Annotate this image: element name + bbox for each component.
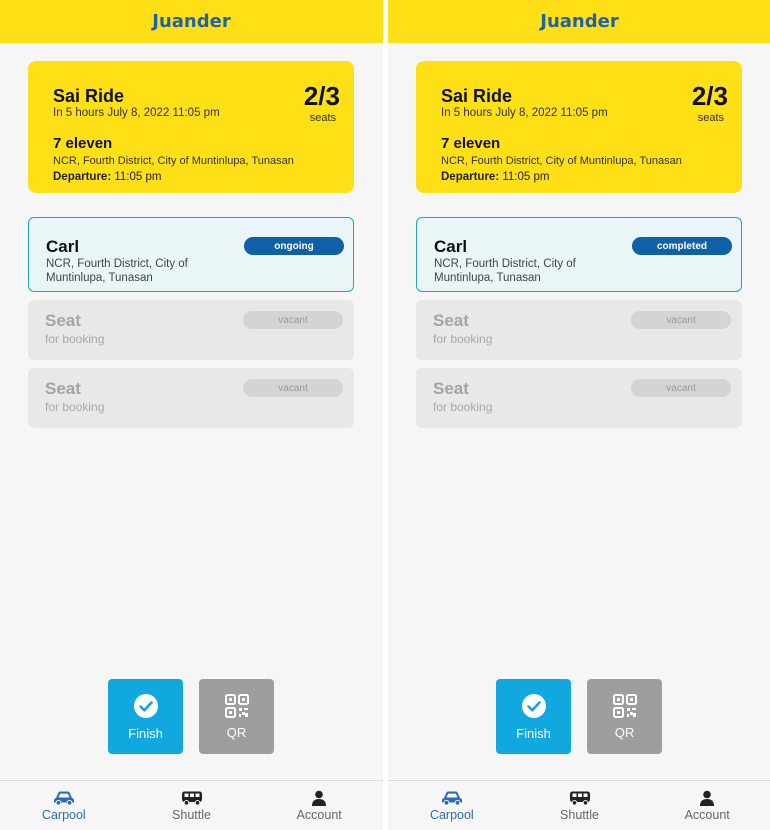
vacant-badge: vacant bbox=[631, 311, 731, 329]
status-badge: completed bbox=[632, 237, 732, 255]
seat-title: Seat bbox=[433, 379, 469, 398]
app-title: Juander bbox=[540, 11, 619, 32]
bus-icon bbox=[181, 791, 202, 806]
seat-title: Seat bbox=[433, 311, 469, 330]
qr-code-icon bbox=[224, 693, 249, 718]
app-header: Juander bbox=[388, 0, 770, 43]
ride-card[interactable]: Sai Ride In 5 hours July 8, 2022 11:05 p… bbox=[28, 61, 354, 193]
stop-address: NCR, Fourth District, City of Muntinlupa… bbox=[441, 155, 682, 167]
seat-unit-label: seats bbox=[697, 112, 724, 124]
finish-button[interactable]: Finish bbox=[496, 679, 571, 754]
ride-title: Sai Ride bbox=[441, 86, 513, 106]
nav-item-carpool[interactable]: Carpool bbox=[388, 781, 516, 830]
nav-item-account[interactable]: Account bbox=[643, 781, 770, 830]
nav-item-carpool[interactable]: Carpool bbox=[0, 781, 128, 830]
vacant-seat-card[interactable]: Seat for booking vacant bbox=[28, 368, 354, 428]
passenger-name: Carl bbox=[46, 237, 80, 256]
finish-label: Finish bbox=[128, 725, 163, 741]
ride-time: In 5 hours July 8, 2022 11:05 pm bbox=[441, 107, 608, 119]
departure-time: 11:05 pm bbox=[502, 171, 550, 183]
seat-subtitle: for booking bbox=[433, 332, 493, 346]
qr-label: QR bbox=[226, 724, 247, 740]
passenger-card[interactable]: Carl NCR, Fourth District, City of Munti… bbox=[416, 217, 742, 292]
qr-button[interactable]: QR bbox=[199, 679, 274, 754]
passenger-address: NCR, Fourth District, City of Muntinlupa… bbox=[434, 258, 576, 284]
person-icon bbox=[312, 790, 327, 806]
departure-label: Departure: bbox=[53, 171, 112, 183]
qr-button[interactable]: QR bbox=[587, 679, 662, 754]
nav-label-carpool: Carpool bbox=[429, 808, 474, 822]
car-icon bbox=[53, 791, 74, 806]
nav-label-shuttle: Shuttle bbox=[172, 808, 211, 822]
vacant-seat-card[interactable]: Seat for booking vacant bbox=[416, 300, 742, 360]
bottom-nav: Carpool Shuttle Account bbox=[0, 780, 383, 830]
nav-item-account[interactable]: Account bbox=[255, 781, 383, 830]
passenger-address: NCR, Fourth District, City of Muntinlupa… bbox=[46, 258, 188, 284]
seat-subtitle: for booking bbox=[45, 400, 105, 414]
finish-button[interactable]: Finish bbox=[108, 679, 183, 754]
bottom-nav: Carpool Shuttle Account bbox=[388, 780, 770, 830]
nav-label-account: Account bbox=[296, 808, 342, 822]
departure-time: 11:05 pm bbox=[114, 171, 162, 183]
qr-label: QR bbox=[614, 724, 635, 740]
vacant-seat-card[interactable]: Seat for booking vacant bbox=[416, 368, 742, 428]
seat-subtitle: for booking bbox=[45, 332, 105, 346]
departure-info: Departure: 11:05 pm bbox=[53, 171, 161, 183]
qr-code-icon bbox=[612, 693, 637, 718]
seat-unit-label: seats bbox=[309, 112, 336, 124]
passenger-name: Carl bbox=[434, 237, 468, 256]
ride-card[interactable]: Sai Ride In 5 hours July 8, 2022 11:05 p… bbox=[416, 61, 742, 193]
vacant-badge: vacant bbox=[243, 311, 343, 329]
check-circle-icon bbox=[521, 693, 546, 718]
nav-label-shuttle: Shuttle bbox=[560, 808, 599, 822]
check-circle-icon bbox=[133, 693, 158, 718]
seat-title: Seat bbox=[45, 379, 81, 398]
vacant-badge: vacant bbox=[243, 379, 343, 397]
person-icon bbox=[700, 790, 715, 806]
vacant-seat-card[interactable]: Seat for booking vacant bbox=[28, 300, 354, 360]
ride-time: In 5 hours July 8, 2022 11:05 pm bbox=[53, 107, 220, 119]
nav-item-shuttle[interactable]: Shuttle bbox=[128, 781, 256, 830]
app-header: Juander bbox=[0, 0, 383, 43]
seat-count: 2/3 bbox=[303, 81, 340, 111]
departure-info: Departure: 11:05 pm bbox=[441, 171, 549, 183]
stop-address: NCR, Fourth District, City of Muntinlupa… bbox=[53, 155, 294, 167]
app-screen-right: Juander Sai Ride In 5 hours July 8, 2022… bbox=[388, 0, 770, 830]
seat-count: 2/3 bbox=[691, 81, 728, 111]
vacant-badge: vacant bbox=[631, 379, 731, 397]
nav-label-carpool: Carpool bbox=[41, 808, 86, 822]
status-badge: ongoing bbox=[244, 237, 344, 255]
ride-title: Sai Ride bbox=[53, 86, 125, 106]
stop-name: 7 eleven bbox=[53, 135, 113, 152]
departure-label: Departure: bbox=[441, 171, 500, 183]
stop-name: 7 eleven bbox=[441, 135, 501, 152]
passenger-card[interactable]: Carl NCR, Fourth District, City of Munti… bbox=[28, 217, 354, 292]
nav-item-shuttle[interactable]: Shuttle bbox=[516, 781, 644, 830]
seat-subtitle: for booking bbox=[433, 400, 493, 414]
nav-label-account: Account bbox=[684, 808, 730, 822]
app-title: Juander bbox=[152, 11, 231, 32]
app-screen-left: Juander Sai Ride In 5 hours July 8, 2022… bbox=[0, 0, 383, 830]
finish-label: Finish bbox=[516, 725, 551, 741]
car-icon bbox=[441, 791, 462, 806]
seat-title: Seat bbox=[45, 311, 81, 330]
bus-icon bbox=[569, 791, 590, 806]
